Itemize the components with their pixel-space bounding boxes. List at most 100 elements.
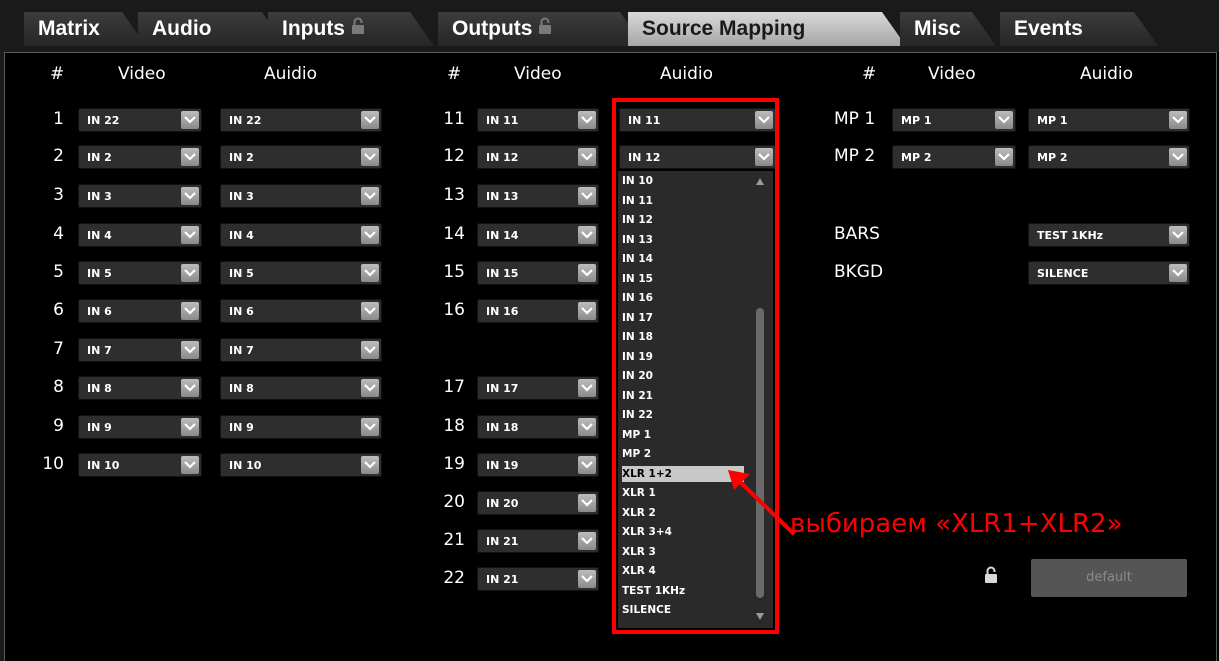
video-source-select[interactable]: IN 11 [477, 108, 599, 132]
video-source-select[interactable]: IN 19 [477, 453, 599, 477]
dropdown-option[interactable]: IN 14 [622, 251, 653, 267]
chevron-down-icon[interactable] [578, 570, 596, 588]
chevron-down-icon[interactable] [361, 226, 379, 244]
video-source-select[interactable]: IN 14 [477, 223, 599, 247]
chevron-down-icon[interactable] [181, 456, 199, 474]
dropdown-option[interactable]: IN 19 [622, 349, 653, 365]
chevron-down-icon[interactable] [995, 148, 1013, 166]
chevron-down-icon[interactable] [995, 111, 1013, 129]
chevron-down-icon[interactable] [361, 187, 379, 205]
lock-icon[interactable] [984, 566, 998, 588]
dropdown-option[interactable]: MP 1 [622, 427, 651, 443]
chevron-down-icon[interactable] [181, 148, 199, 166]
audio-source-select[interactable]: IN 12 [619, 145, 776, 169]
video-source-select[interactable]: IN 15 [477, 261, 599, 285]
chevron-down-icon[interactable] [755, 148, 773, 166]
video-source-select[interactable]: IN 9 [78, 415, 202, 439]
chevron-down-icon[interactable] [578, 494, 596, 512]
audio-source-select[interactable]: IN 9 [220, 415, 382, 439]
video-source-select[interactable]: IN 3 [78, 184, 202, 208]
video-source-select[interactable]: IN 22 [78, 108, 202, 132]
tab-outputs[interactable]: Outputs [438, 12, 644, 46]
audio-source-select[interactable]: IN 11 [619, 108, 776, 132]
chevron-down-icon[interactable] [181, 418, 199, 436]
video-source-select[interactable]: IN 12 [477, 145, 599, 169]
chevron-down-icon[interactable] [578, 187, 596, 205]
audio-source-select[interactable]: IN 10 [220, 453, 382, 477]
audio-source-select[interactable]: IN 5 [220, 261, 382, 285]
dropdown-option[interactable]: IN 21 [622, 388, 653, 404]
chevron-down-icon[interactable] [578, 456, 596, 474]
chevron-down-icon[interactable] [361, 456, 379, 474]
chevron-down-icon[interactable] [181, 226, 199, 244]
audio-source-select[interactable]: IN 7 [220, 338, 382, 362]
tab-events[interactable]: Events [1000, 12, 1158, 46]
default-button[interactable]: default [1031, 559, 1187, 597]
chevron-down-icon[interactable] [1169, 264, 1187, 282]
dropdown-option[interactable]: IN 13 [622, 232, 653, 248]
scrollbar-thumb[interactable] [756, 308, 764, 598]
audio-source-select[interactable]: IN 6 [220, 299, 382, 323]
dropdown-option[interactable]: XLR 3 [622, 544, 656, 560]
audio-source-select[interactable]: IN 3 [220, 184, 382, 208]
chevron-down-icon[interactable] [1169, 148, 1187, 166]
video-source-select[interactable]: IN 5 [78, 261, 202, 285]
chevron-down-icon[interactable] [578, 111, 596, 129]
chevron-down-icon[interactable] [181, 111, 199, 129]
chevron-down-icon[interactable] [361, 148, 379, 166]
chevron-down-icon[interactable] [361, 418, 379, 436]
chevron-down-icon[interactable] [361, 111, 379, 129]
chevron-down-icon[interactable] [181, 341, 199, 359]
chevron-down-icon[interactable] [361, 302, 379, 320]
chevron-down-icon[interactable] [181, 264, 199, 282]
video-source-select[interactable]: MP 1 [892, 108, 1016, 132]
dropdown-option[interactable]: IN 16 [622, 290, 653, 306]
chevron-down-icon[interactable] [181, 302, 199, 320]
dropdown-option[interactable]: XLR 3+4 [622, 524, 672, 540]
tab-audio[interactable]: Audio [138, 12, 286, 46]
dropdown-option[interactable]: IN 12 [622, 212, 653, 228]
video-source-select[interactable]: IN 7 [78, 338, 202, 362]
chevron-down-icon[interactable] [755, 111, 773, 129]
chevron-down-icon[interactable] [181, 187, 199, 205]
tab-inputs[interactable]: Inputs [268, 12, 434, 46]
dropdown-option[interactable]: IN 11 [622, 193, 653, 209]
video-source-select[interactable]: IN 6 [78, 299, 202, 323]
audio-source-select[interactable]: IN 22 [220, 108, 382, 132]
chevron-down-icon[interactable] [578, 264, 596, 282]
tab-source-mapping[interactable]: Source Mapping [628, 12, 906, 46]
chevron-down-icon[interactable] [578, 379, 596, 397]
video-source-select[interactable]: IN 13 [477, 184, 599, 208]
video-source-select[interactable]: IN 8 [78, 376, 202, 400]
chevron-down-icon[interactable] [1169, 226, 1187, 244]
audio-source-select[interactable]: IN 2 [220, 145, 382, 169]
chevron-down-icon[interactable] [361, 379, 379, 397]
audio-source-select[interactable]: IN 4 [220, 223, 382, 247]
chevron-down-icon[interactable] [578, 418, 596, 436]
video-source-select[interactable]: IN 18 [477, 415, 599, 439]
audio-source-select[interactable]: MP 1 [1028, 108, 1190, 132]
chevron-down-icon[interactable] [361, 341, 379, 359]
video-source-select[interactable]: IN 16 [477, 299, 599, 323]
video-source-select[interactable]: IN 10 [78, 453, 202, 477]
dropdown-option[interactable]: IN 22 [622, 407, 653, 423]
dropdown-option[interactable]: TEST 1KHz [622, 583, 685, 599]
video-source-select[interactable]: IN 2 [78, 145, 202, 169]
video-source-select[interactable]: IN 20 [477, 491, 599, 515]
chevron-down-icon[interactable] [578, 302, 596, 320]
chevron-down-icon[interactable] [578, 226, 596, 244]
dropdown-option[interactable]: SILENCE [622, 602, 671, 618]
extra-source-select[interactable]: TEST 1KHz [1028, 223, 1190, 247]
dropdown-option[interactable]: MP 2 [622, 446, 651, 462]
chevron-down-icon[interactable] [578, 532, 596, 550]
tab-matrix[interactable]: Matrix [24, 12, 146, 46]
audio-source-select[interactable]: MP 2 [1028, 145, 1190, 169]
video-source-select[interactable]: IN 4 [78, 223, 202, 247]
dropdown-list[interactable]: IN 10 IN 11 IN 12 IN 13 IN 14 IN 15 IN 16 IN 17… [618, 171, 773, 628]
dropdown-option[interactable]: IN 20 [622, 368, 653, 384]
audio-source-select[interactable]: IN 8 [220, 376, 382, 400]
chevron-down-icon[interactable] [1169, 111, 1187, 129]
chevron-down-icon[interactable] [181, 379, 199, 397]
dropdown-option[interactable]: XLR 2 [622, 505, 656, 521]
extra-source-select[interactable]: SILENCE [1028, 261, 1190, 285]
